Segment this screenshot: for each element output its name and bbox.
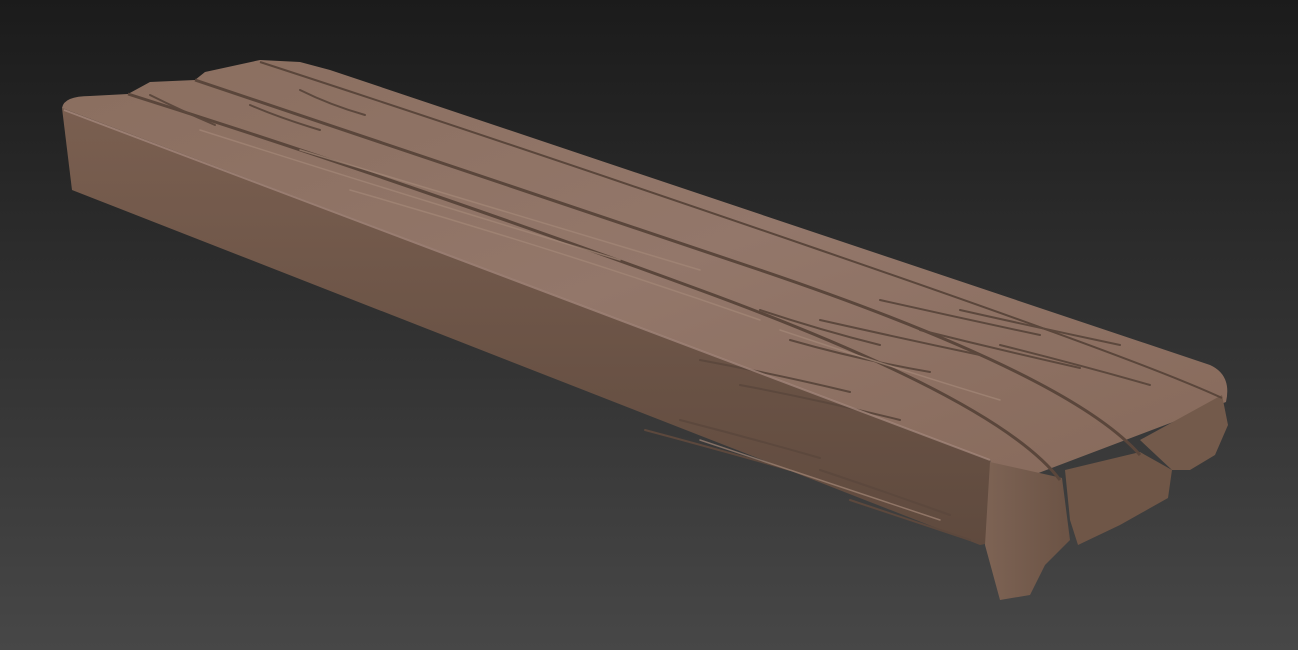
plank-end-board-1 xyxy=(985,462,1070,600)
3d-viewport[interactable] xyxy=(0,0,1298,650)
wooden-plank-sculpt-model[interactable] xyxy=(0,0,1298,650)
plank-top-face xyxy=(62,60,1228,487)
plank-end-board-2 xyxy=(1065,452,1172,545)
